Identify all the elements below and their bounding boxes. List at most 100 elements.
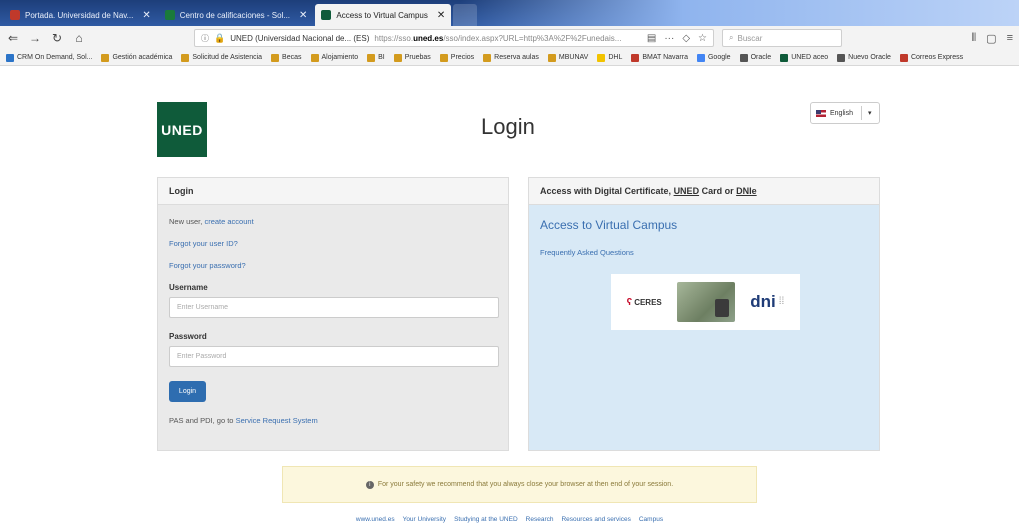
browser-tab[interactable]: Centro de calificaciones - Sol... ✕: [159, 4, 314, 26]
bookmark-folder-icon: [696, 53, 705, 62]
bookmark-item[interactable]: Becas: [271, 53, 302, 62]
bookmark-item[interactable]: BI: [367, 53, 385, 62]
footer-link[interactable]: Campus: [639, 516, 663, 523]
home-icon[interactable]: ⌂: [72, 31, 86, 45]
forgot-user-link[interactable]: Forgot your user ID?: [169, 239, 238, 248]
bookmark-label: Becas: [282, 54, 302, 61]
library-icon[interactable]: ⫴: [972, 32, 977, 45]
service-request-link[interactable]: Service Request System: [236, 416, 318, 425]
bookmark-item[interactable]: Oracle: [739, 53, 772, 62]
reload-icon[interactable]: ↻: [50, 31, 64, 45]
divider: [860, 106, 862, 120]
menu-icon[interactable]: ≡: [1007, 32, 1013, 45]
bookmark-label: Pruebas: [404, 54, 431, 61]
tab-favicon-icon: [10, 10, 20, 20]
browser-tab[interactable]: Portada. Universidad de Nav... ✕: [4, 4, 157, 26]
bookmark-folder-icon: [483, 53, 492, 62]
site-info-icon[interactable]: ⓘ: [201, 33, 209, 44]
forgot-password-link[interactable]: Forgot your password?: [169, 261, 246, 270]
bookmark-item[interactable]: Reserva aulas: [483, 53, 539, 62]
virtual-campus-link[interactable]: Access to Virtual Campus: [540, 218, 868, 232]
uned-logo[interactable]: UNED: [157, 102, 207, 157]
tab-title: Portada. Universidad de Nav...: [25, 10, 134, 20]
bookmark-item[interactable]: Google: [696, 53, 731, 62]
bookmark-item[interactable]: UNED aceo: [780, 53, 829, 62]
bookmark-label: Google: [707, 54, 731, 61]
password-label: Password: [169, 332, 207, 341]
bookmark-label: Nuevo Oracle: [848, 54, 891, 61]
new-tab-button[interactable]: [453, 4, 478, 26]
back-icon[interactable]: ⇐: [6, 31, 20, 45]
tab-close-icon[interactable]: ✕: [437, 10, 445, 21]
bookmark-item[interactable]: MBUNAV: [547, 53, 588, 62]
certificate-panel: Access with Digital Certificate, UNED Ca…: [528, 177, 880, 451]
bookmark-label: Oracle: [750, 54, 772, 61]
bookmark-item[interactable]: CRM On Demand, Sol...: [6, 53, 93, 62]
footer-link[interactable]: Research: [526, 516, 554, 523]
bookmark-label: CRM On Demand, Sol...: [17, 54, 93, 61]
lock-icon: 🔒: [214, 32, 226, 43]
pas-text: PAS and PDI, go to: [169, 416, 234, 425]
language-selector[interactable]: English ▾: [810, 102, 880, 124]
url-prefix: https://sso.: [374, 33, 414, 43]
pas-line: PAS and PDI, go to Service Request Syste…: [169, 416, 497, 425]
certificate-options[interactable]: ʕ CERES dni ⁞⁞: [611, 274, 800, 330]
toolbar-right: ⫴ ▢ ≡: [972, 32, 1013, 45]
bookmark-folder-icon: [181, 53, 190, 62]
bookmark-item[interactable]: BMAT Navarra: [631, 53, 688, 62]
ceres-mark-icon: ʕ: [626, 296, 633, 308]
footer-link[interactable]: www.uned.es: [356, 516, 395, 523]
bookmark-folder-icon: [101, 53, 110, 62]
search-input[interactable]: ⌕ Buscar: [722, 29, 842, 47]
dni-logo[interactable]: dni ⁞⁞: [750, 292, 784, 312]
new-user-text: New user,: [169, 217, 203, 226]
bookmark-label: BMAT Navarra: [642, 54, 688, 61]
bookmark-label: Alojamiento: [321, 54, 359, 61]
bookmark-folder-icon: [6, 53, 14, 62]
bookmark-folder-icon: [899, 53, 908, 62]
bookmark-item[interactable]: Gestión académica: [101, 53, 172, 62]
bookmark-item[interactable]: DHL: [597, 53, 622, 62]
footer-link[interactable]: Your University: [403, 516, 446, 523]
reader-view-icon[interactable]: ▤: [647, 33, 656, 44]
bookmark-item[interactable]: Correos Express: [899, 53, 963, 62]
tab-close-icon[interactable]: ✕: [142, 10, 150, 21]
uned-card-image[interactable]: [677, 282, 736, 322]
search-placeholder: Buscar: [737, 33, 763, 43]
login-button[interactable]: Login: [169, 381, 206, 402]
ceres-label: CERES: [634, 297, 662, 307]
certificate-panel-title: Access with Digital Certificate, UNED Ca…: [529, 178, 879, 205]
bookmark-item[interactable]: Solicitud de Asistencia: [181, 53, 262, 62]
login-panel-title: Login: [158, 178, 508, 205]
create-account-link[interactable]: create account: [204, 217, 253, 226]
title-uned: UNED: [673, 186, 700, 196]
bookmark-label: Precios: [450, 54, 475, 61]
tab-close-icon[interactable]: ✕: [299, 10, 307, 21]
url-path: /sso/index.aspx?URL=http%3A%2F%2Funedais…: [443, 33, 622, 43]
forgot-user-line: Forgot your user ID?: [169, 239, 497, 248]
faq-link[interactable]: Frequently Asked Questions: [540, 248, 868, 257]
bookmark-label: UNED aceo: [791, 54, 829, 61]
bookmark-star-icon[interactable]: ☆: [698, 33, 707, 44]
footer-link[interactable]: Studying at the UNED: [454, 516, 518, 523]
forward-icon[interactable]: →: [28, 31, 42, 45]
address-bar[interactable]: ⓘ 🔒 UNED (Universidad Nacional de... (ES…: [194, 29, 714, 47]
footer-links: www.uned.es Your University Studying at th…: [0, 516, 1019, 523]
tab-bar-background: [459, 0, 1019, 26]
chevron-down-icon: ▾: [867, 110, 872, 117]
username-input[interactable]: Enter Username: [169, 297, 499, 318]
browser-tab-active[interactable]: Access to Virtual Campus ✕: [315, 4, 452, 26]
bookmark-item[interactable]: Pruebas: [393, 53, 431, 62]
bookmark-item[interactable]: Nuevo Oracle: [837, 53, 891, 62]
pocket-icon[interactable]: ◇: [682, 33, 690, 44]
page-actions-icon[interactable]: ···: [664, 33, 674, 44]
ceres-logo[interactable]: ʕ CERES: [627, 297, 662, 308]
new-user-line: New user, create account: [169, 217, 497, 226]
sidebar-icon[interactable]: ▢: [986, 32, 996, 45]
title-prefix: Access with Digital Certificate,: [540, 186, 672, 196]
url-host: uned.es: [413, 33, 444, 43]
password-input[interactable]: Enter Password: [169, 346, 499, 367]
footer-link[interactable]: Resources and services: [561, 516, 630, 523]
bookmark-item[interactable]: Alojamiento: [310, 53, 359, 62]
bookmark-item[interactable]: Precios: [439, 53, 475, 62]
